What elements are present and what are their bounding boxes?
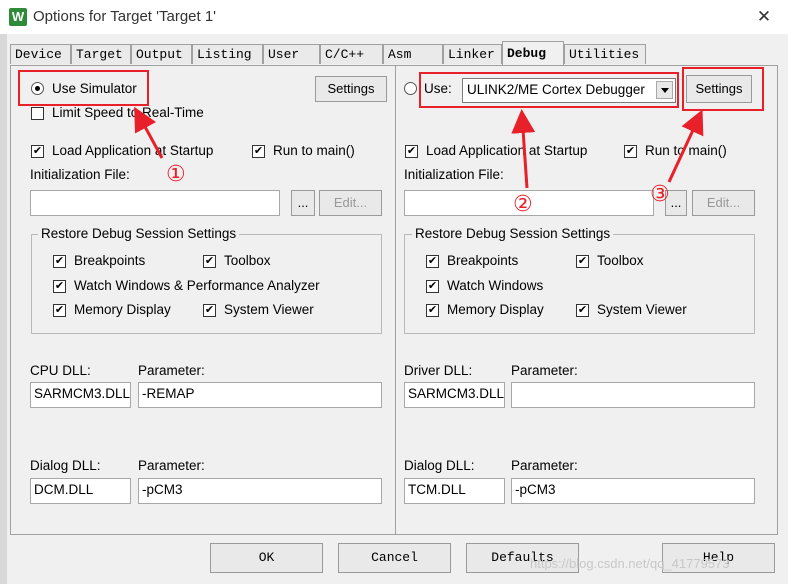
- tab-debug[interactable]: Debug: [502, 41, 564, 65]
- arrow-1: [134, 106, 164, 159]
- annotation-arrows: [134, 106, 704, 189]
- arrow-3: [667, 109, 704, 183]
- arrow-2: [511, 109, 536, 189]
